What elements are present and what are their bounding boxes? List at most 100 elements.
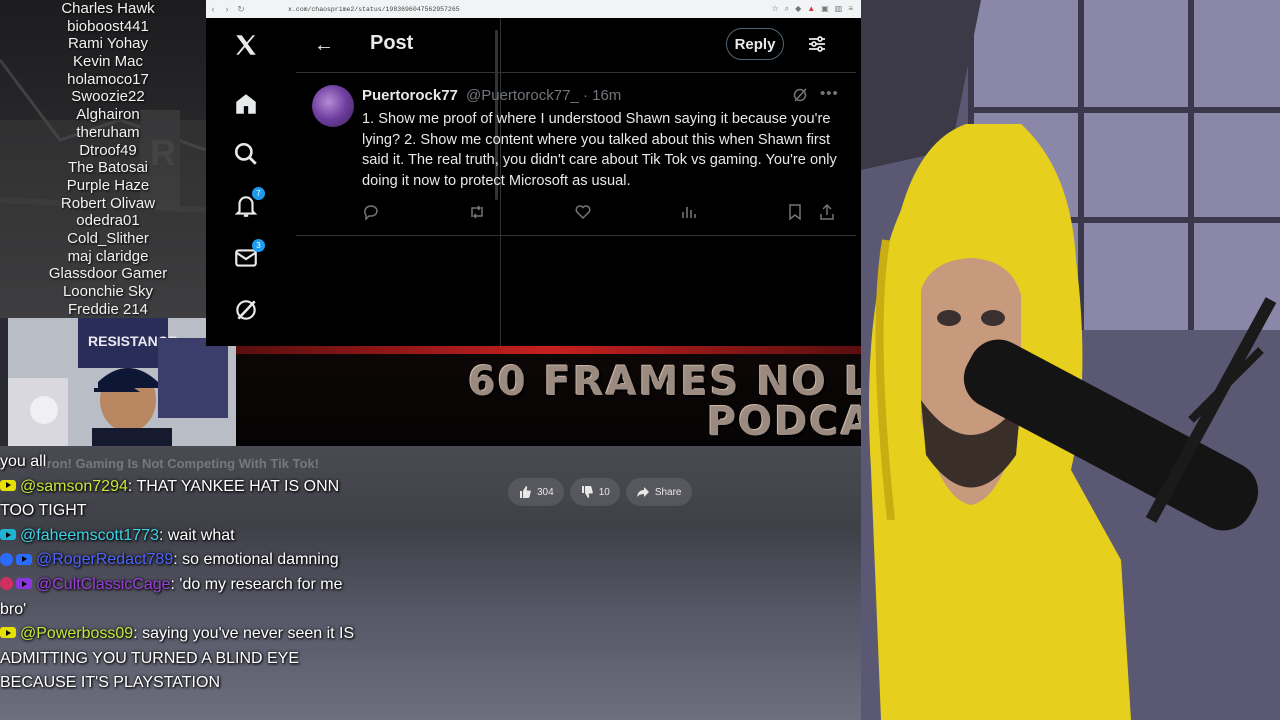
chat-username: @CultClassicCage xyxy=(36,575,171,593)
supporter-name: Purple Haze xyxy=(66,176,150,194)
chat-username: @RogerRedact789 xyxy=(36,551,174,569)
chat-message: @samson7294: THAT YANKEE HAT IS ONN TOO … xyxy=(0,475,370,524)
host-webcam-image xyxy=(861,0,1280,720)
supporter-name: Charles Hawk xyxy=(61,0,155,17)
banner-red-line xyxy=(236,346,861,354)
chat-username: @faheemscott1773 xyxy=(20,526,159,544)
chat-message: @faheemscott1773: wait what xyxy=(0,524,370,549)
grok-icon[interactable] xyxy=(233,297,259,323)
supporter-name: Glassdoor Gamer xyxy=(48,265,168,283)
extension-icon[interactable]: ▣ xyxy=(821,4,829,14)
home-icon[interactable] xyxy=(233,91,259,117)
avatar[interactable] xyxy=(312,85,354,127)
supporter-name: holamoco17 xyxy=(67,70,149,88)
video-actions: 304 10 Share xyxy=(508,478,692,506)
chat-message: you all xyxy=(0,450,370,475)
moderator-badge-icon xyxy=(0,577,13,591)
supporter-name: maj claridge xyxy=(67,247,149,265)
shield-icon[interactable]: ◆ xyxy=(795,4,801,14)
dislike-count: 10 xyxy=(598,486,610,498)
supporter-names: Charles Hawk bioboost441 Rami Yohay Kevin M… xyxy=(0,0,206,318)
author-name[interactable]: Puertorock77 xyxy=(362,87,458,104)
supporter-name: theruham xyxy=(76,123,140,141)
supporter-name: Rami Yohay xyxy=(67,35,149,53)
chat-username: @samson7294 xyxy=(20,477,128,495)
member-badge-icon xyxy=(0,552,13,566)
reply-icon[interactable] xyxy=(362,203,380,221)
address-bar[interactable]: x.com/chaosprime2/status/198369604756295… xyxy=(288,6,460,13)
browser-window: ‹ › ↻ x.com/chaosprime2/status/198369604… xyxy=(206,0,861,346)
zoom-icon[interactable]: ⌕ xyxy=(785,4,789,14)
banner-title: 60 FRAMES NO LA PODCA xyxy=(468,359,861,445)
supporter-name: Alghairon xyxy=(76,106,140,124)
chat-message: @CultClassicCage: 'do my research for me… xyxy=(0,573,370,622)
youtube-logo-icon xyxy=(0,627,16,639)
page-title: Post xyxy=(370,32,414,54)
supporter-name: The Batosai xyxy=(67,159,149,177)
x-logo-icon[interactable] xyxy=(233,32,259,58)
menu-icon[interactable]: ≡ xyxy=(848,4,853,14)
post-header: ← Post Reply xyxy=(296,18,856,72)
bookmark-icon[interactable] xyxy=(786,203,804,221)
chat-message: @Powerboss09: saying you've never seen i… xyxy=(0,622,370,696)
chat-text: : wait what xyxy=(159,526,235,544)
thumbs-up-icon xyxy=(520,486,531,498)
host-webcam xyxy=(861,0,1280,720)
supporter-name: Swoozie22 xyxy=(71,88,145,106)
youtube-logo-icon xyxy=(0,479,16,491)
like-count: 304 xyxy=(537,486,554,498)
chat-text: you all xyxy=(0,453,47,470)
share-arrow-icon xyxy=(636,487,649,497)
youtube-logo-icon xyxy=(0,529,16,541)
supporter-name: Cold_Slither xyxy=(67,229,149,247)
tweet-text: 1. Show me proof of where I understood S… xyxy=(362,111,837,189)
notifications-icon[interactable]: 7 xyxy=(233,187,265,219)
author-handle[interactable]: @Puertorock77_ · 16m xyxy=(466,87,621,104)
live-chat-overlay: you all @samson7294: THAT YANKEE HAT IS O… xyxy=(0,450,370,696)
grok-explain-icon[interactable] xyxy=(792,87,808,103)
like-button[interactable]: 304 xyxy=(508,478,564,506)
supporter-name: bioboost441 xyxy=(67,17,149,35)
chat-text: : so emotional damning xyxy=(173,551,339,569)
youtube-logo-icon xyxy=(16,553,32,565)
supporter-name: Loonchie Sky xyxy=(62,283,154,300)
share-button[interactable]: Share xyxy=(625,478,692,506)
supporter-name: Freddie 214 xyxy=(67,300,149,318)
alert-icon[interactable]: ▲ xyxy=(807,4,815,14)
guest-webcam: RESISTANCE xyxy=(8,318,236,446)
notifications-badge: 7 xyxy=(252,187,265,200)
forward-nav-icon[interactable]: › xyxy=(220,4,234,14)
post-column: ← Post Reply Puertorock77 @Puertorock77_… xyxy=(296,18,856,346)
supporter-list-panel: R Charles Hawk bioboost441 Rami Yohay Kevin… xyxy=(0,0,206,318)
supporter-name: Robert Olivaw xyxy=(60,194,156,212)
thumbs-down-icon xyxy=(581,486,593,498)
x-sidebar: 7 3 xyxy=(206,18,290,346)
supporter-name: Kevin Mac xyxy=(72,53,144,71)
share-upload-icon[interactable] xyxy=(818,203,836,221)
reply-button[interactable]: Reply xyxy=(726,28,784,60)
bookmark-star-icon[interactable]: ☆ xyxy=(771,4,778,14)
sidebar-icon[interactable]: ▥ xyxy=(835,4,843,14)
messages-icon[interactable]: 3 xyxy=(233,239,265,271)
supporter-name: Dtroof49 xyxy=(79,141,137,159)
search-icon[interactable] xyxy=(233,141,259,167)
browser-toolbar: ‹ › ↻ x.com/chaosprime2/status/198369604… xyxy=(206,0,861,18)
share-label: Share xyxy=(654,486,682,498)
reload-icon[interactable]: ↻ xyxy=(234,4,248,15)
back-arrow-icon[interactable]: ← xyxy=(314,35,334,55)
podcast-banner: 60 FRAMES NO LA PODCA xyxy=(236,346,861,446)
repost-icon[interactable] xyxy=(468,203,486,221)
more-options-icon[interactable]: ••• xyxy=(820,85,839,102)
youtube-logo-icon xyxy=(16,578,32,590)
back-nav-icon[interactable]: ‹ xyxy=(206,4,220,14)
reply-tweet[interactable]: Puertorock77 @Puertorock77_ · 16m ••• 1.… xyxy=(296,72,856,236)
like-heart-icon[interactable] xyxy=(574,203,592,221)
guest-webcam-image: RESISTANCE xyxy=(8,318,236,446)
browser-extensions: ☆ ⌕ ◆ ▲ ▣ ▥ ≡ xyxy=(771,4,861,14)
settings-sliders-icon[interactable] xyxy=(808,35,826,53)
dislike-button[interactable]: 10 xyxy=(569,478,620,506)
views-chart-icon[interactable] xyxy=(680,203,698,221)
chat-username: @Powerboss09 xyxy=(20,625,134,643)
messages-badge: 3 xyxy=(252,239,265,252)
chat-message: @RogerRedact789: so emotional damning xyxy=(0,548,370,573)
